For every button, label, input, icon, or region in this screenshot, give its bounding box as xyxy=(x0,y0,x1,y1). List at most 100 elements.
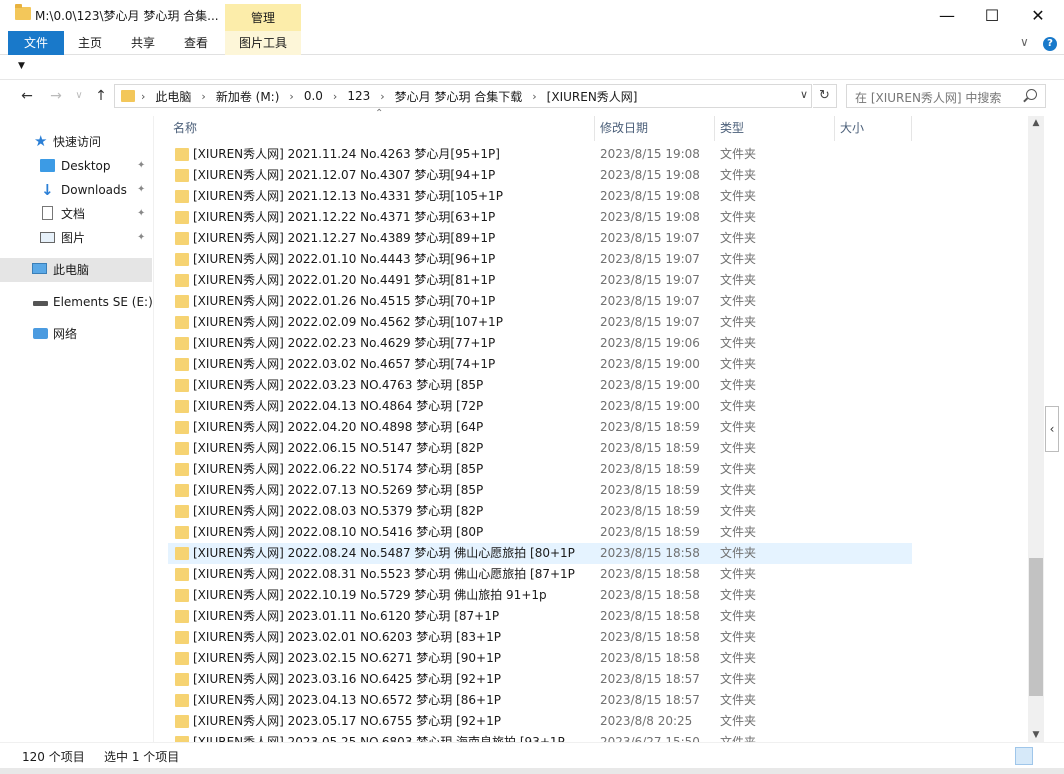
table-row[interactable]: [XIUREN秀人网] 2022.01.26 No.4515 梦心玥[70+1P… xyxy=(168,291,912,312)
table-row[interactable]: [XIUREN秀人网] 2022.03.23 NO.4763 梦心玥 [85P 2… xyxy=(168,375,912,396)
folder-icon xyxy=(175,253,189,266)
tab-view[interactable]: 查看 xyxy=(176,31,216,55)
details-view-button[interactable] xyxy=(1015,747,1033,765)
file-date: 2023/8/15 18:58 xyxy=(600,567,700,581)
table-row[interactable]: [XIUREN秀人网] 2022.04.20 NO.4898 梦心玥 [64P 2… xyxy=(168,417,912,438)
minimize-button[interactable]: — xyxy=(924,0,970,32)
tab-picture-tools[interactable]: 图片工具 xyxy=(225,31,301,55)
table-row[interactable]: [XIUREN秀人网] 2022.04.13 NO.4864 梦心玥 [72P 2… xyxy=(168,396,912,417)
ribbon-collapse-icon[interactable]: ∨ xyxy=(1020,35,1029,49)
table-row[interactable]: [XIUREN秀人网] 2023.03.16 NO.6425 梦心玥 [92+1… xyxy=(168,669,912,690)
table-row[interactable]: [XIUREN秀人网] 2023.01.11 No.6120 梦心玥 [87+1… xyxy=(168,606,912,627)
table-row[interactable]: [XIUREN秀人网] 2022.03.02 No.4657 梦心玥[74+1P… xyxy=(168,354,912,375)
refresh-button[interactable]: ↻ xyxy=(813,84,837,108)
tab-share[interactable]: 共享 xyxy=(123,31,163,55)
table-row[interactable]: [XIUREN秀人网] 2021.12.07 No.4307 梦心玥[94+1P… xyxy=(168,165,912,186)
chevron-down-icon[interactable]: ∨ xyxy=(800,88,808,101)
tab-home[interactable]: 主页 xyxy=(70,31,110,55)
table-row[interactable]: [XIUREN秀人网] 2022.06.22 NO.5174 梦心玥 [85P 2… xyxy=(168,459,912,480)
breadcrumb-item[interactable]: [XIUREN秀人网] xyxy=(547,88,638,105)
table-row[interactable]: [XIUREN秀人网] 2023.05.17 NO.6755 梦心玥 [92+1… xyxy=(168,711,912,732)
back-button[interactable]: ← xyxy=(16,85,38,107)
folder-icon xyxy=(175,484,189,497)
nav-documents[interactable]: 文档 ✦ xyxy=(0,202,152,226)
breadcrumb-item[interactable]: 0.0 xyxy=(304,89,323,103)
chevron-right-icon[interactable]: › xyxy=(333,90,337,103)
pane-splitter[interactable] xyxy=(153,116,154,742)
table-row[interactable]: [XIUREN秀人网] 2022.02.23 No.4629 梦心玥[77+1P… xyxy=(168,333,912,354)
nav-quick-access[interactable]: ★ 快速访问 xyxy=(0,130,152,154)
file-type: 文件夹 xyxy=(720,399,757,413)
window-title: M:\0.0\123\梦心月 梦心玥 合集... xyxy=(35,9,219,23)
table-row[interactable]: [XIUREN秀人网] 2022.08.03 NO.5379 梦心玥 [82P 2… xyxy=(168,501,912,522)
close-button[interactable]: ✕ xyxy=(1015,0,1061,32)
recent-locations-icon[interactable]: ∨ xyxy=(68,85,90,107)
table-row[interactable]: [XIUREN秀人网] 2022.01.20 No.4491 梦心玥[81+1P… xyxy=(168,270,912,291)
file-type: 文件夹 xyxy=(720,567,757,581)
network-icon xyxy=(33,328,48,339)
forward-button[interactable]: → xyxy=(45,85,67,107)
search-input[interactable]: 在 [XIUREN秀人网] 中搜索 xyxy=(846,84,1046,108)
table-row[interactable]: [XIUREN秀人网] 2021.12.27 No.4389 梦心玥[89+1P… xyxy=(168,228,912,249)
table-row[interactable]: [XIUREN秀人网] 2021.12.22 No.4371 梦心玥[63+1P… xyxy=(168,207,912,228)
table-row[interactable]: [XIUREN秀人网] 2022.07.13 NO.5269 梦心玥 [85P 2… xyxy=(168,480,912,501)
file-name: [XIUREN秀人网] 2022.08.10 NO.5416 梦心玥 [80P xyxy=(193,525,484,539)
address-bar[interactable]: › 此电脑 › 新加卷 (M:) › 0.0 › 123 › 梦心月 梦心玥 合… xyxy=(114,84,812,108)
nav-drive-e[interactable]: Elements SE (E:) xyxy=(0,290,153,314)
folder-icon xyxy=(175,379,189,392)
nav-pictures[interactable]: 图片 ✦ xyxy=(0,226,152,250)
file-date: 2023/8/15 19:00 xyxy=(600,357,700,371)
file-date: 2023/8/15 19:08 xyxy=(600,147,700,161)
column-header-size[interactable]: 大小 xyxy=(835,116,912,141)
nav-desktop[interactable]: Desktop ✦ xyxy=(0,154,152,178)
file-date: 2023/8/15 18:58 xyxy=(600,630,700,644)
file-date: 2023/8/15 19:07 xyxy=(600,294,700,308)
chevron-right-icon[interactable]: › xyxy=(532,90,536,103)
table-row[interactable]: [XIUREN秀人网] 2021.11.24 No.4263 梦心月[95+1P… xyxy=(168,144,912,165)
table-row[interactable]: [XIUREN秀人网] 2023.02.01 NO.6203 梦心玥 [83+1… xyxy=(168,627,912,648)
file-date: 2023/8/15 19:00 xyxy=(600,399,700,413)
chevron-right-icon[interactable]: › xyxy=(380,90,384,103)
breadcrumb-item[interactable]: 新加卷 (M:) xyxy=(216,88,280,105)
selected-count: 选中 1 个项目 xyxy=(104,750,180,764)
computer-icon xyxy=(32,263,47,274)
table-row[interactable]: [XIUREN秀人网] 2023.02.15 NO.6271 梦心玥 [90+1… xyxy=(168,648,912,669)
table-row[interactable]: [XIUREN秀人网] 2022.01.10 No.4443 梦心玥[96+1P… xyxy=(168,249,912,270)
item-count: 120 个项目 xyxy=(22,750,85,764)
column-header-type[interactable]: 类型 xyxy=(715,116,835,141)
column-header-modified[interactable]: 修改日期 xyxy=(595,116,715,141)
table-row[interactable]: [XIUREN秀人网] 2022.08.10 NO.5416 梦心玥 [80P 2… xyxy=(168,522,912,543)
nav-network[interactable]: 网络 xyxy=(0,322,152,346)
file-type: 文件夹 xyxy=(720,588,757,602)
scrollbar-thumb[interactable] xyxy=(1029,558,1043,696)
scroll-down-arrow-icon[interactable]: ▼ xyxy=(1028,730,1044,740)
column-header-name[interactable]: 名称 xyxy=(168,116,595,141)
up-button[interactable]: ↑ xyxy=(90,85,112,107)
help-icon[interactable]: ? xyxy=(1043,37,1057,51)
table-row[interactable]: [XIUREN秀人网] 2022.02.09 No.4562 梦心玥[107+1… xyxy=(168,312,912,333)
scroll-up-arrow-icon[interactable]: ▲ xyxy=(1028,118,1044,128)
nav-this-pc[interactable]: 此电脑 xyxy=(0,258,152,282)
file-date: 2023/8/8 20:25 xyxy=(600,714,693,728)
table-row[interactable]: [XIUREN秀人网] 2022.06.15 NO.5147 梦心玥 [82P 2… xyxy=(168,438,912,459)
table-row[interactable]: [XIUREN秀人网] 2021.12.13 No.4331 梦心玥[105+1… xyxy=(168,186,912,207)
large-icons-view-button[interactable] xyxy=(1037,747,1055,765)
table-row[interactable]: [XIUREN秀人网] 2023.05.25 NO.6803 梦心玥 海南良旅拍… xyxy=(168,732,912,742)
tab-manage[interactable]: 管理 xyxy=(225,4,301,32)
breadcrumb-item[interactable]: 梦心月 梦心玥 合集下载 xyxy=(395,88,523,105)
breadcrumb-item[interactable]: 123 xyxy=(347,89,370,103)
customize-toolbar-icon[interactable]: ▼ xyxy=(18,61,25,71)
table-row[interactable]: [XIUREN秀人网] 2022.08.31 No.5523 梦心玥 佛山心愿旅… xyxy=(168,564,912,585)
table-row[interactable]: [XIUREN秀人网] 2022.08.24 No.5487 梦心玥 佛山心愿旅… xyxy=(168,543,912,564)
chevron-right-icon[interactable]: › xyxy=(289,90,293,103)
nav-downloads[interactable]: ↓ Downloads ✦ xyxy=(0,178,152,202)
table-row[interactable]: [XIUREN秀人网] 2022.10.19 No.5729 梦心玥 佛山旅拍 … xyxy=(168,585,912,606)
maximize-button[interactable]: ☐ xyxy=(969,0,1015,32)
pin-icon: ✦ xyxy=(137,208,146,219)
tab-file[interactable]: 文件 xyxy=(8,31,64,55)
chevron-right-icon[interactable]: › xyxy=(201,90,205,103)
breadcrumb-item[interactable]: 此电脑 xyxy=(155,88,191,105)
preview-pane-toggle[interactable]: ‹ xyxy=(1045,406,1059,452)
chevron-right-icon[interactable]: › xyxy=(141,90,145,103)
table-row[interactable]: [XIUREN秀人网] 2023.04.13 NO.6572 梦心玥 [86+1… xyxy=(168,690,912,711)
